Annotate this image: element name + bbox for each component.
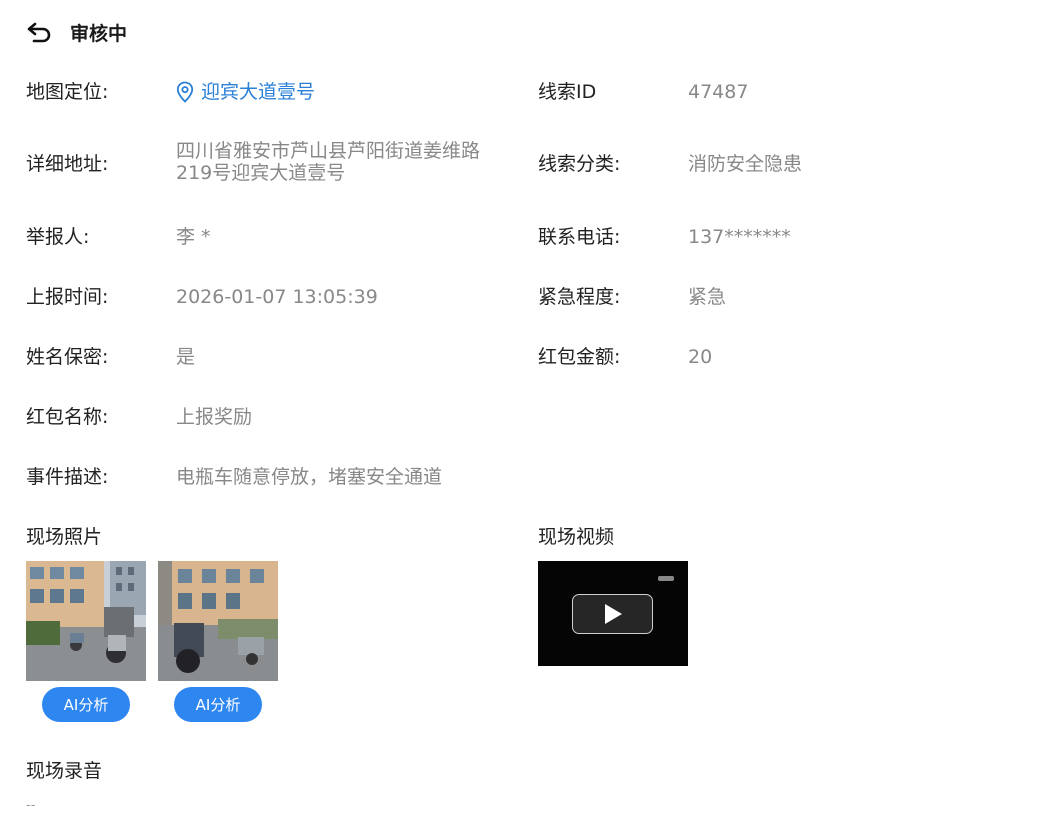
field-label: 上报时间: [26, 286, 109, 308]
address-value: 四川省雅安市芦山县芦阳街道姜维路219号迎宾大道壹号 [176, 140, 481, 184]
page-title: 审核中 [70, 22, 128, 45]
clue-detail-page: 审核中 地图定位: 迎宾大道壹号 线索ID 47487 详细地址: 四川省雅安市… [0, 0, 1057, 834]
category-value: 消防安全隐患 [688, 153, 803, 175]
scene-photo-2[interactable] [158, 561, 278, 681]
field-label: 联系电话: [538, 226, 621, 248]
field-label: 紧急程度: [538, 286, 621, 308]
field-report-time: 上报时间: 2026-01-07 13:05:39 [26, 285, 378, 309]
play-button[interactable] [572, 594, 653, 634]
redpacket-name-value: 上报奖励 [176, 406, 253, 428]
video-section-title: 现场视频 [538, 526, 615, 548]
field-label: 举报人: [26, 226, 90, 248]
field-phone: 联系电话: 137******* [538, 225, 791, 249]
field-anonymous: 姓名保密: 是 [26, 345, 195, 369]
photos-section-title: 现场照片 [26, 526, 103, 548]
play-icon [604, 604, 622, 624]
field-label: 线索ID [538, 81, 597, 103]
audio-empty-value: -- [26, 798, 36, 813]
map-location-link[interactable]: 迎宾大道壹号 [176, 80, 315, 104]
field-category: 线索分类: 消防安全隐患 [538, 152, 802, 176]
description-value: 电瓶车随意停放，堵塞安全通道 [176, 466, 443, 488]
field-redpacket-name: 红包名称: 上报奖励 [26, 405, 252, 429]
report-time-value: 2026-01-07 13:05:39 [176, 286, 378, 308]
ai-analysis-button[interactable]: AI分析 [42, 687, 130, 722]
field-label: 红包名称: [26, 406, 109, 428]
clue-id-value: 47487 [688, 81, 749, 103]
video-indicator [658, 576, 674, 581]
audio-section-title: 现场录音 [26, 760, 103, 782]
redpacket-amount-value: 20 [688, 346, 713, 368]
reporter-value: 李 * [176, 226, 211, 248]
field-label: 线索分类: [538, 153, 621, 175]
field-map-location: 地图定位: 迎宾大道壹号 [26, 80, 315, 104]
scene-photo-1[interactable] [26, 561, 146, 681]
anonymous-value: 是 [176, 346, 196, 368]
field-label: 红包金额: [538, 346, 621, 368]
field-description: 事件描述: 电瓶车随意停放，堵塞安全通道 [26, 465, 442, 489]
scene-video[interactable] [538, 561, 688, 666]
page-header: 审核中 [26, 18, 127, 46]
field-label: 地图定位: [26, 81, 109, 103]
field-clue-id: 线索ID 47487 [538, 80, 748, 104]
location-pin-icon [176, 81, 194, 103]
field-label: 详细地址: [26, 153, 109, 175]
field-label: 事件描述: [26, 466, 109, 488]
map-location-value: 迎宾大道壹号 [201, 81, 316, 103]
field-redpacket-amount: 红包金额: 20 [538, 345, 712, 369]
phone-value: 137******* [688, 226, 791, 248]
field-reporter: 举报人: 李 * [26, 225, 211, 249]
field-label: 姓名保密: [26, 346, 109, 368]
back-icon[interactable] [26, 18, 56, 46]
urgency-value: 紧急 [688, 286, 727, 308]
ai-analysis-button[interactable]: AI分析 [174, 687, 262, 722]
field-urgency: 紧急程度: 紧急 [538, 285, 726, 309]
field-address: 详细地址: 四川省雅安市芦山县芦阳街道姜维路219号迎宾大道壹号 [26, 140, 516, 184]
